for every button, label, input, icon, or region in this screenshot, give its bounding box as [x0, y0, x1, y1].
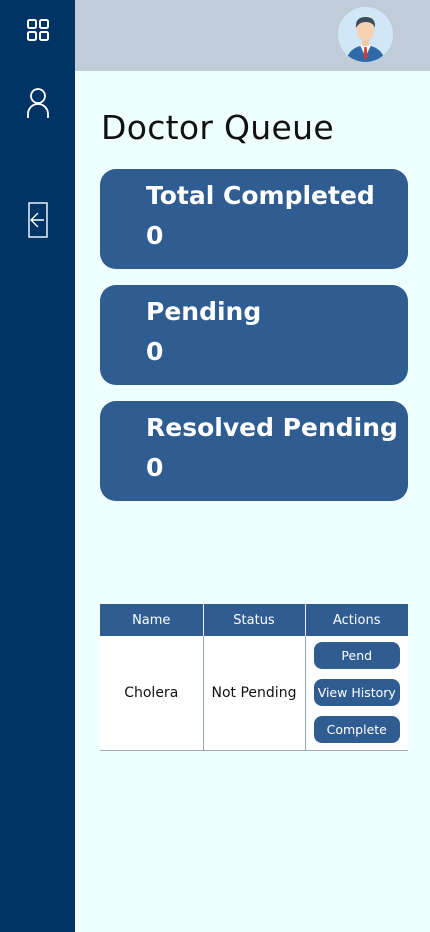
column-header-actions: Actions — [305, 604, 408, 636]
cell-actions: Pend View History Complete — [305, 636, 409, 751]
stat-value: 0 — [146, 453, 164, 482]
doctor-avatar-icon[interactable] — [338, 7, 393, 62]
table-row: Cholera Not Pending Pend View History Co… — [100, 636, 409, 751]
stat-value: 0 — [146, 221, 164, 250]
table-header-row: Name Status Actions — [100, 604, 408, 636]
sidebar — [0, 0, 75, 932]
column-header-name: Name — [100, 604, 204, 636]
stat-label: Resolved Pending — [146, 413, 398, 442]
logout-arrow-icon[interactable] — [0, 202, 75, 238]
column-header-status: Status — [203, 604, 306, 636]
complete-button[interactable]: Complete — [313, 716, 400, 744]
stat-card-resolved-pending: Resolved Pending 0 — [100, 401, 408, 501]
action-buttons: Pend View History Complete — [306, 642, 409, 744]
user-icon[interactable] — [0, 86, 75, 120]
stat-label: Pending — [146, 297, 262, 326]
cell-status: Not Pending — [203, 636, 306, 751]
stat-value: 0 — [146, 337, 164, 366]
stat-card-pending: Pending 0 — [100, 285, 408, 385]
queue-table: Name Status Actions Cholera Not Pending … — [100, 604, 408, 751]
view-history-button[interactable]: View History — [313, 679, 400, 707]
pend-button[interactable]: Pend — [313, 642, 400, 670]
cell-name: Cholera — [100, 636, 204, 751]
stat-card-total-completed: Total Completed 0 — [100, 169, 408, 269]
grid-icon[interactable] — [0, 14, 75, 46]
stat-label: Total Completed — [146, 181, 375, 210]
page-title: Doctor Queue — [101, 108, 334, 147]
